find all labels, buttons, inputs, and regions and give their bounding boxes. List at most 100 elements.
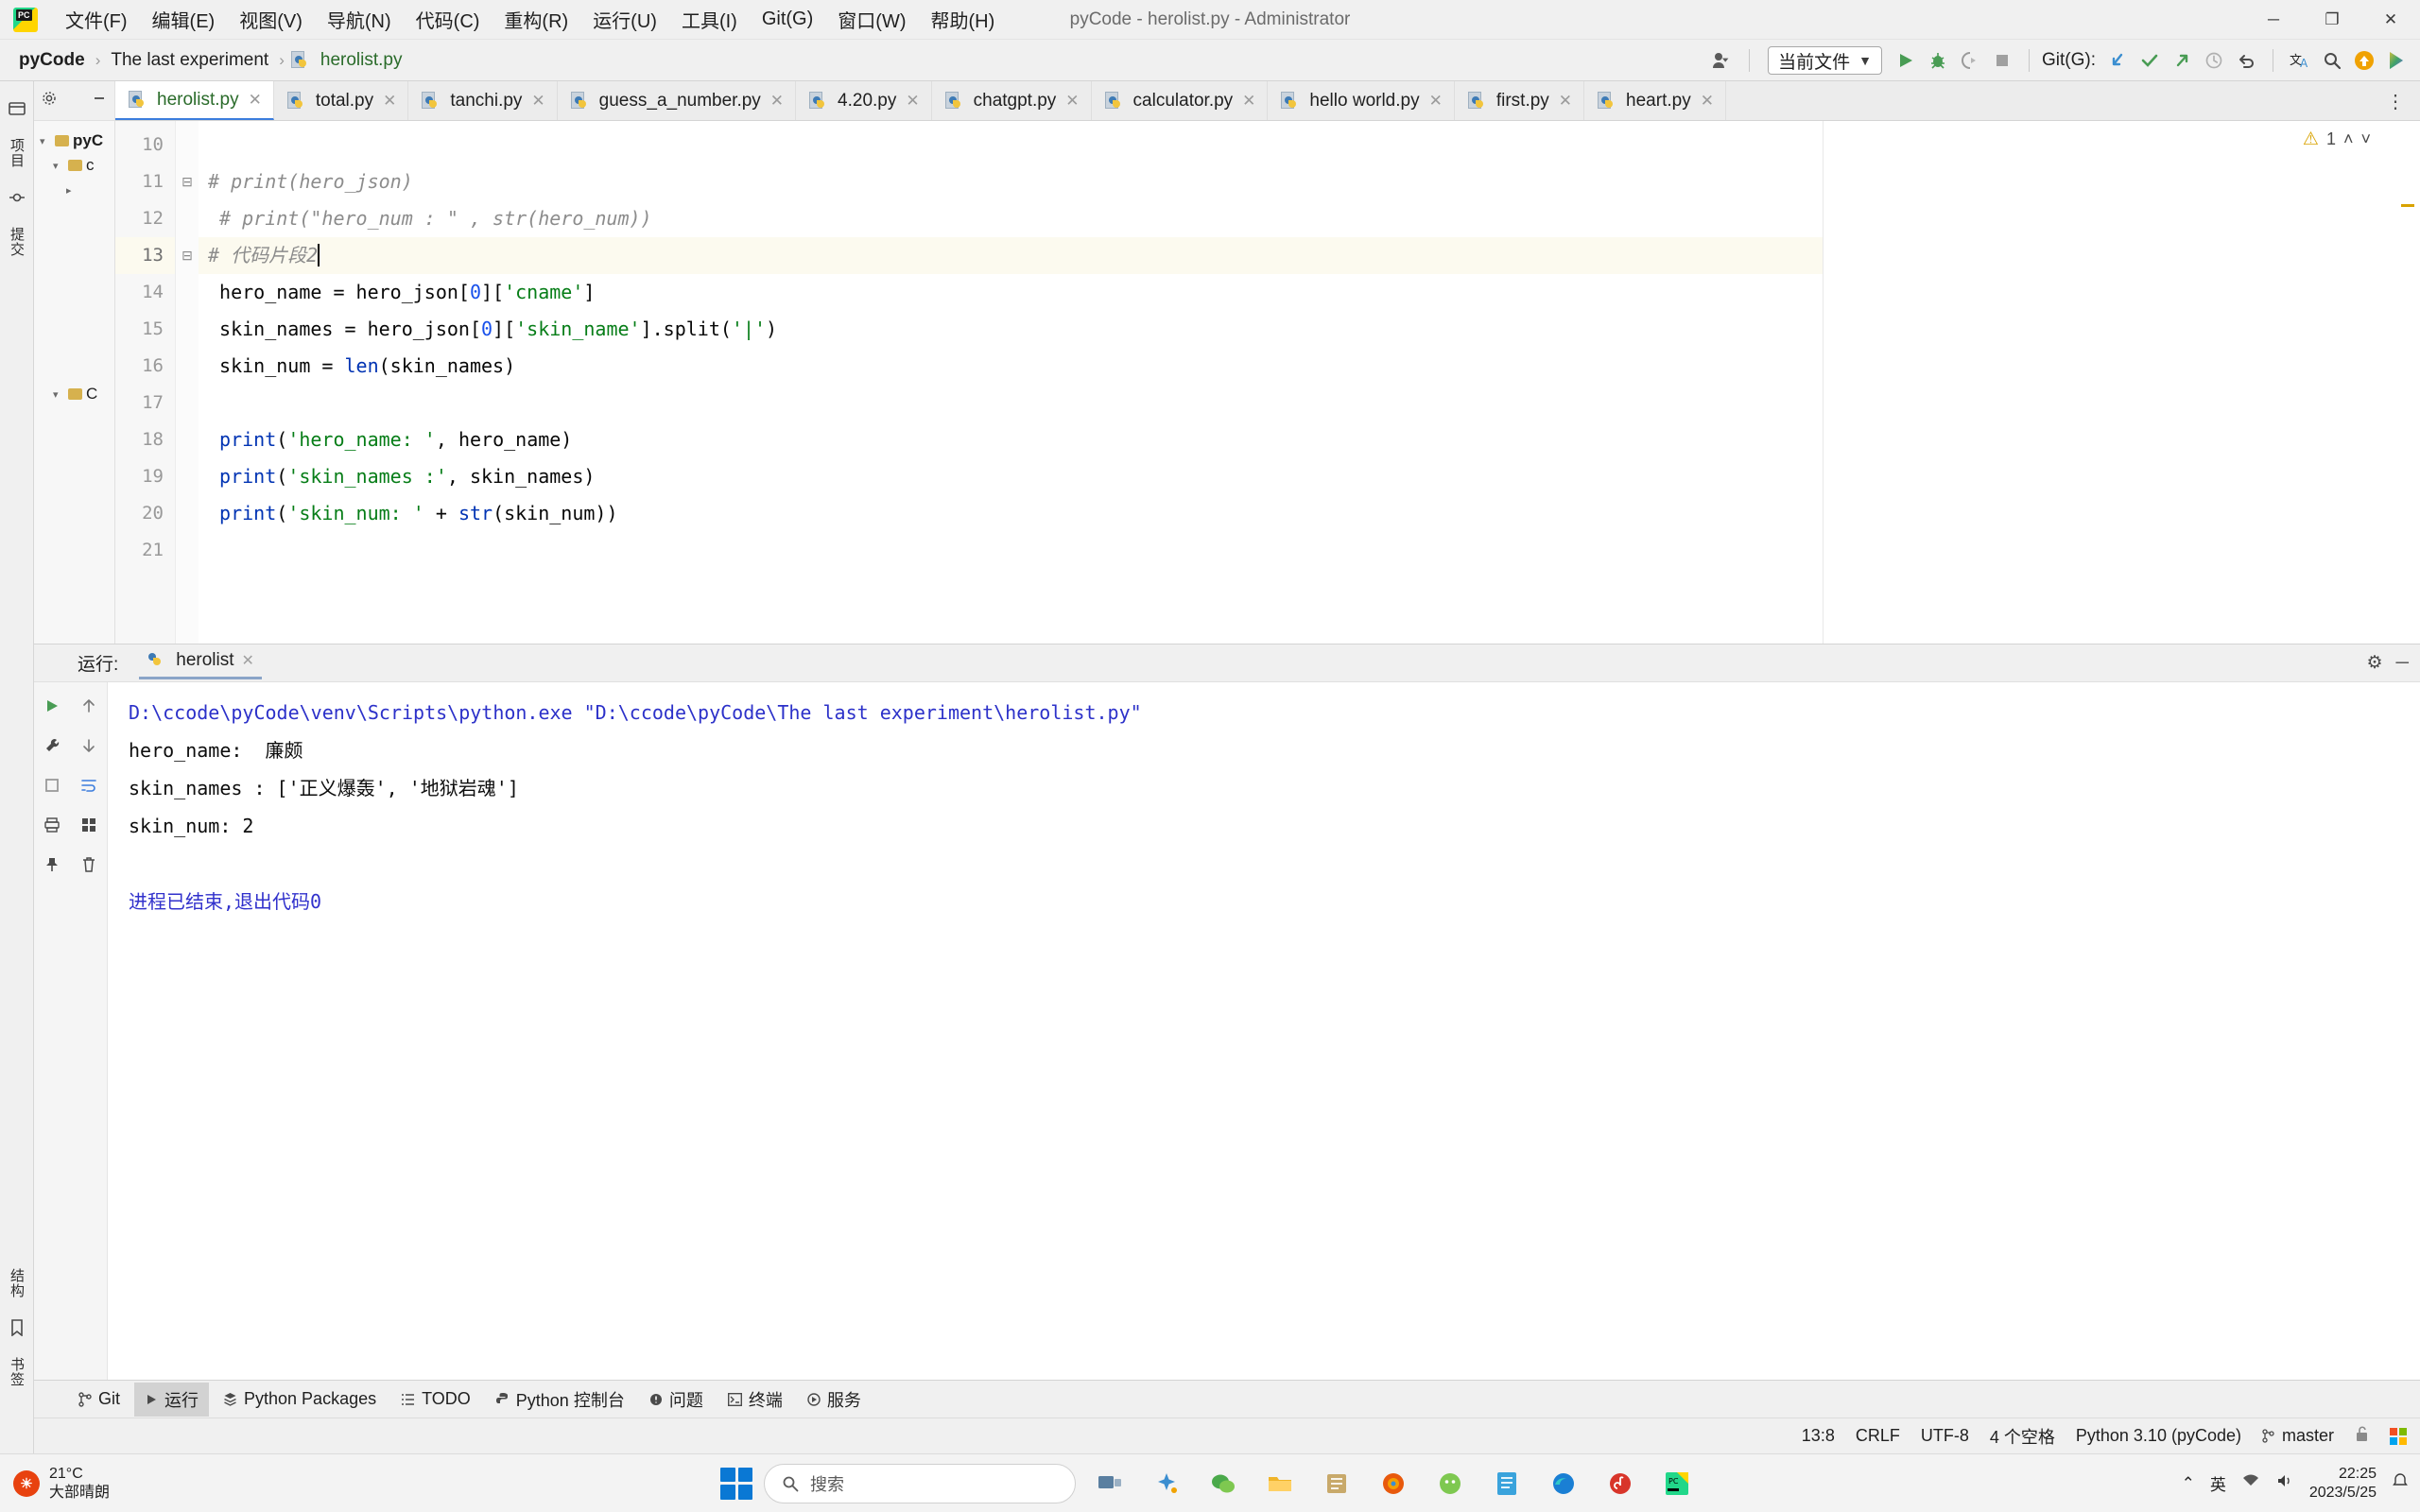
breadcrumb-file[interactable]: herolist.py: [317, 48, 406, 73]
tree-node-child-2[interactable]: ▸: [34, 178, 114, 202]
sidebar-item-project[interactable]: 项目: [5, 129, 28, 178]
bookmark-icon[interactable]: [5, 1315, 29, 1340]
clear-all-icon[interactable]: [75, 850, 103, 879]
editor-tab-heart[interactable]: heart.py ✕: [1584, 81, 1726, 120]
line-number[interactable]: 14: [115, 274, 175, 311]
menu-item-run[interactable]: 运行(U): [580, 2, 669, 37]
git-history-icon[interactable]: [2200, 46, 2228, 75]
tool-window-git[interactable]: Git: [68, 1384, 130, 1414]
line-number[interactable]: 11: [115, 163, 175, 200]
taskbar-app-edge[interactable]: [1541, 1461, 1586, 1506]
sidebar-item-structure[interactable]: 结构: [5, 1259, 28, 1308]
project-hide-icon[interactable]: [92, 91, 107, 111]
weather-widget[interactable]: ☀ 21°C 大部晴朗: [13, 1465, 110, 1503]
wifi-icon[interactable]: [2241, 1473, 2260, 1493]
line-number[interactable]: 16: [115, 348, 175, 385]
taskbar-app-qq[interactable]: [1427, 1461, 1473, 1506]
taskbar-app-task-view[interactable]: [1087, 1461, 1132, 1506]
tray-expand-icon[interactable]: ⌃: [2182, 1474, 2195, 1493]
menu-item-help[interactable]: 帮助(H): [918, 2, 1007, 37]
git-commit-icon[interactable]: [2135, 46, 2164, 75]
taskbar-clock[interactable]: 22:25 2023/5/25: [2309, 1465, 2377, 1503]
menu-item-tools[interactable]: 工具(I): [669, 2, 750, 37]
tool-window-python-console[interactable]: Python 控制台: [485, 1383, 635, 1417]
editor-tab-first[interactable]: first.py ✕: [1455, 81, 1584, 120]
tool-window-problems[interactable]: 问题: [639, 1383, 714, 1417]
editor-tab-close-icon[interactable]: ✕: [249, 91, 262, 110]
lock-icon[interactable]: [2355, 1426, 2369, 1447]
editor-tab-close-icon[interactable]: ✕: [770, 92, 784, 111]
line-number[interactable]: 21: [115, 532, 175, 569]
notification-center-icon[interactable]: [2392, 1472, 2409, 1494]
line-number[interactable]: 17: [115, 385, 175, 421]
translate-icon[interactable]: 文A: [2286, 46, 2314, 75]
tool-window-services[interactable]: 服务: [797, 1383, 872, 1417]
run-button[interactable]: [1892, 46, 1920, 75]
caret-position[interactable]: 13:8: [1802, 1426, 1835, 1446]
editor-tab-total[interactable]: total.py ✕: [274, 81, 409, 120]
editor-tab-guess-a-number[interactable]: guess_a_number.py ✕: [558, 81, 796, 120]
menu-item-window[interactable]: 窗口(W): [825, 2, 918, 37]
fold-marker-icon[interactable]: ⊟: [176, 237, 199, 274]
prev-problem-icon[interactable]: ˄: [2343, 129, 2354, 149]
settings-wrench-icon[interactable]: [38, 731, 66, 760]
line-number[interactable]: 19: [115, 458, 175, 495]
menu-item-code[interactable]: 代码(C): [404, 2, 493, 37]
editor-tab-close-icon[interactable]: ✕: [1701, 92, 1714, 111]
file-encoding[interactable]: UTF-8: [1921, 1426, 1969, 1446]
line-number[interactable]: 10: [115, 127, 175, 163]
project-settings-icon[interactable]: [42, 91, 57, 111]
ide-features-icon[interactable]: [2382, 46, 2411, 75]
editor-tab-close-icon[interactable]: ✕: [1559, 92, 1572, 111]
user-account-icon[interactable]: [1708, 46, 1737, 75]
line-number[interactable]: 20: [115, 495, 175, 532]
search-icon[interactable]: [2318, 46, 2346, 75]
breadcrumb-folder[interactable]: The last experiment: [107, 48, 272, 73]
indent-setting[interactable]: 4 个空格: [1990, 1424, 2055, 1449]
breadcrumb-project[interactable]: pyCode: [15, 48, 89, 73]
project-tool-icon[interactable]: [5, 96, 29, 121]
taskbar-app-widgets[interactable]: [1144, 1461, 1189, 1506]
menu-item-view[interactable]: 视图(V): [227, 2, 315, 37]
menu-item-refactor[interactable]: 重构(R): [492, 2, 580, 37]
menu-item-navigate[interactable]: 导航(N): [315, 2, 404, 37]
editor-tab-calculator[interactable]: calculator.py ✕: [1092, 81, 1269, 120]
editor-tabs-more-icon[interactable]: ⋮: [2378, 81, 2412, 121]
code-editor[interactable]: 101112131415161718192021 ⊟⊟ # print(hero…: [115, 121, 2420, 644]
taskbar-app-firefox[interactable]: [1371, 1461, 1416, 1506]
rerun-button[interactable]: [38, 692, 66, 720]
editor-tab-close-icon[interactable]: ✕: [906, 92, 919, 111]
menu-item-git[interactable]: Git(G): [750, 5, 825, 34]
python-interpreter[interactable]: Python 3.10 (pyCode): [2076, 1426, 2241, 1446]
line-separator[interactable]: CRLF: [1856, 1426, 1900, 1446]
sidebar-item-bookmarks[interactable]: 书签: [5, 1348, 28, 1397]
tool-window-terminal[interactable]: 终端: [717, 1383, 793, 1417]
taskbar-app-file-explorer[interactable]: [1257, 1461, 1303, 1506]
taskbar-app-netease-music[interactable]: [1598, 1461, 1643, 1506]
line-number[interactable]: 12: [115, 200, 175, 237]
taskbar-app-wps[interactable]: [1484, 1461, 1530, 1506]
start-button[interactable]: [720, 1468, 752, 1500]
volume-icon[interactable]: [2275, 1473, 2294, 1493]
editor-tab-close-icon[interactable]: ✕: [1242, 92, 1255, 111]
editor-tab-chatgpt[interactable]: chatgpt.py ✕: [932, 81, 1092, 120]
soft-wrap-icon[interactable]: [75, 771, 103, 799]
menu-item-file[interactable]: 文件(F): [53, 2, 140, 37]
debug-button[interactable]: [1924, 46, 1952, 75]
line-number[interactable]: 13: [115, 237, 175, 274]
tree-node-child-1[interactable]: ▾ c: [34, 153, 114, 178]
stop-button[interactable]: [1988, 46, 2016, 75]
run-tab-herolist[interactable]: herolist ✕: [139, 646, 262, 679]
editor-tab-close-icon[interactable]: ✕: [1429, 92, 1443, 111]
git-push-icon[interactable]: [2168, 46, 2196, 75]
stop-process-button[interactable]: [38, 771, 66, 799]
editor-marker[interactable]: [2401, 204, 2414, 207]
print-icon[interactable]: [38, 811, 66, 839]
run-settings-icon[interactable]: ⚙: [2366, 652, 2382, 674]
taskbar-search-box[interactable]: 搜索: [764, 1464, 1076, 1503]
tool-window-run[interactable]: 运行: [134, 1383, 209, 1417]
taskbar-app-notes[interactable]: [1314, 1461, 1359, 1506]
run-tab-close-icon[interactable]: ✕: [242, 651, 254, 670]
menu-item-edit[interactable]: 编辑(E): [140, 2, 228, 37]
line-number[interactable]: 15: [115, 311, 175, 348]
